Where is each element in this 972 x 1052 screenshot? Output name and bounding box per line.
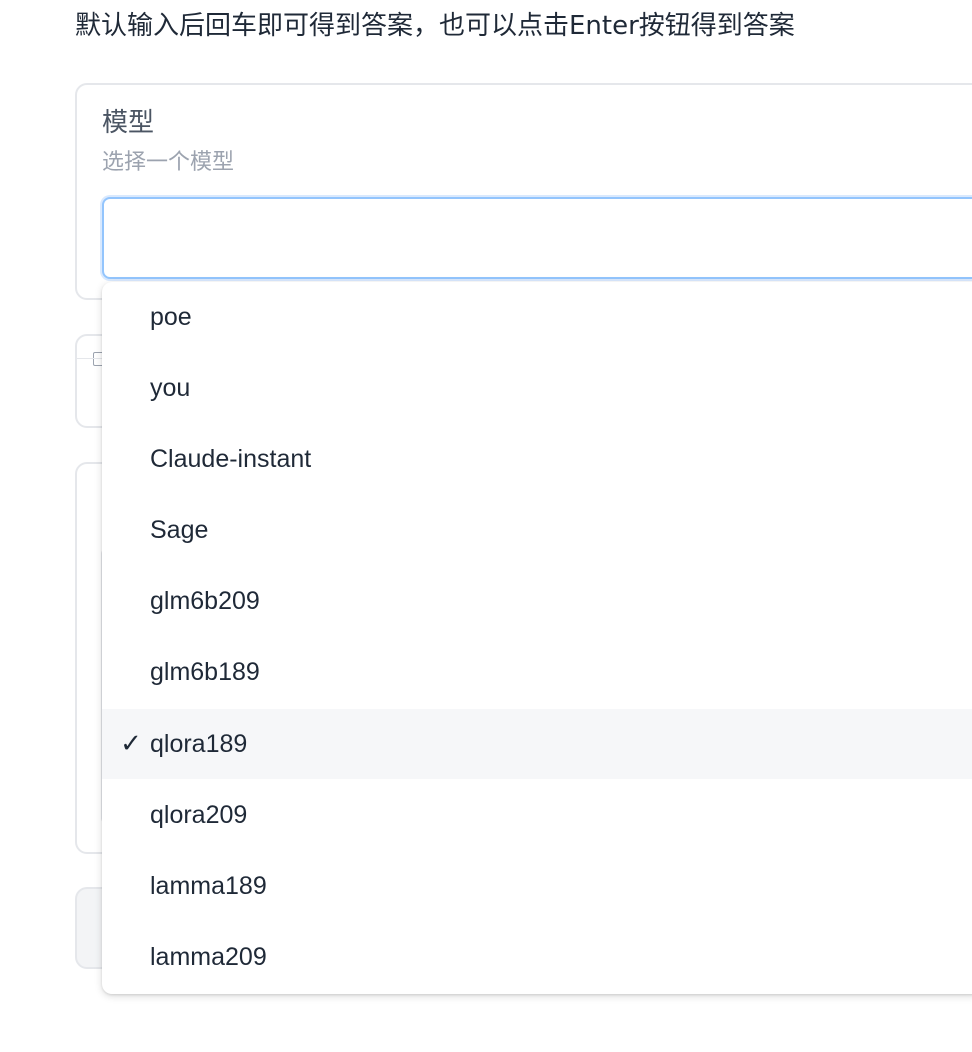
option-label: qlora209 bbox=[150, 800, 248, 829]
option-claude-instant[interactable]: Claude-instant bbox=[102, 424, 972, 494]
option-label: qlora189 bbox=[150, 729, 248, 758]
option-label: lamma209 bbox=[150, 942, 267, 971]
option-label: you bbox=[150, 373, 191, 402]
model-select-input[interactable] bbox=[102, 197, 972, 279]
option-lamma209[interactable]: lamma209 bbox=[102, 922, 972, 992]
option-you[interactable]: you bbox=[102, 353, 972, 423]
check-icon: ✓ bbox=[120, 729, 142, 759]
option-label: Claude-instant bbox=[150, 444, 312, 473]
option-label: glm6b209 bbox=[150, 586, 260, 615]
option-label: glm6b189 bbox=[150, 657, 260, 686]
model-label: 模型 bbox=[102, 108, 155, 138]
option-label: poe bbox=[150, 302, 192, 331]
model-select-panel: 模型 选择一个模型 bbox=[75, 83, 972, 300]
option-glm6b189[interactable]: glm6b189 bbox=[102, 637, 972, 707]
option-sage[interactable]: Sage bbox=[102, 495, 972, 565]
option-label: Sage bbox=[150, 515, 209, 544]
option-lamma189[interactable]: lamma189 bbox=[102, 851, 972, 921]
option-glm6b209[interactable]: glm6b209 bbox=[102, 566, 972, 636]
option-qlora209[interactable]: qlora209 bbox=[102, 780, 972, 850]
instructions-text: 默认输入后回车即可得到答案，也可以点击Enter按钮得到答案 bbox=[75, 11, 795, 41]
option-qlora189[interactable]: ✓ qlora189 bbox=[102, 709, 972, 779]
option-label: lamma189 bbox=[150, 871, 267, 900]
model-dropdown-list: poe you Claude-instant Sage glm6b209 glm… bbox=[102, 282, 972, 994]
model-info: 选择一个模型 bbox=[102, 150, 235, 175]
option-poe[interactable]: poe bbox=[102, 282, 972, 352]
